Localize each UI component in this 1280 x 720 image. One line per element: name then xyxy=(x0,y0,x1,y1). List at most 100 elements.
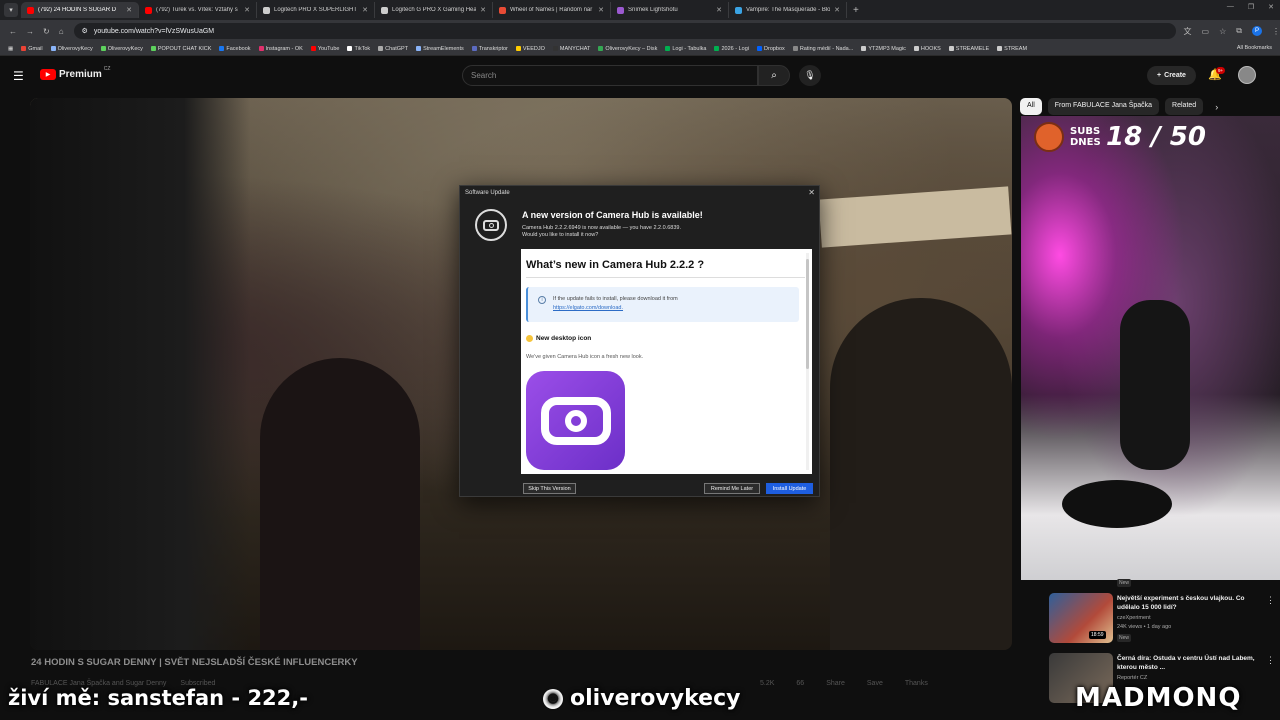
tab-search-button[interactable]: ▾ xyxy=(4,3,18,17)
release-notes-title: What’s new in Camera Hub 2.2.2 ? xyxy=(526,259,705,271)
more-options-icon[interactable]: ⋮ xyxy=(1266,655,1275,666)
create-label: Create xyxy=(1164,72,1186,79)
account-avatar[interactable] xyxy=(1238,66,1256,84)
bookmark-item[interactable]: OliverovyKecy xyxy=(50,46,93,52)
bookmark-item[interactable]: Gmail xyxy=(21,46,43,52)
skip-version-button[interactable]: Skip This Version xyxy=(523,483,576,494)
bookmark-favicon-icon xyxy=(714,46,720,51)
bookmark-item[interactable]: StreamElements xyxy=(416,46,464,52)
recommendation-channel: Reportér CZ xyxy=(1117,675,1148,681)
webcam-mic-stand xyxy=(1062,480,1172,528)
like-button[interactable]: 5.2K xyxy=(760,680,774,687)
bookmark-item[interactable]: POPOUT CHAT KICK xyxy=(150,46,211,52)
bookmark-item[interactable]: ChatGPT xyxy=(378,46,408,52)
search-button[interactable]: ⌕ xyxy=(758,65,790,86)
bookmark-item[interactable]: Rating médií - Nada... xyxy=(792,45,854,52)
share-button[interactable]: Share xyxy=(826,680,845,687)
download-link[interactable]: https://elgato.com/download. xyxy=(553,304,678,313)
tab-close-icon[interactable]: ✕ xyxy=(716,6,722,14)
tab-close-icon[interactable]: ✕ xyxy=(126,6,132,14)
bookmark-item[interactable]: STREAM xyxy=(997,46,1027,52)
bookmark-favicon-icon xyxy=(258,46,264,51)
bookmark-item[interactable]: OliverovyKecy xyxy=(100,46,143,52)
save-button[interactable]: Save xyxy=(867,680,883,687)
bookmark-item[interactable]: HOOKS xyxy=(913,46,941,52)
browser-tab[interactable]: (792) Turek vs. Vítek: Vztahy s ✕ xyxy=(139,2,257,18)
extensions-icon[interactable]: ⧉ xyxy=(1236,26,1242,36)
bookmark-label: Dropbox xyxy=(764,45,785,52)
subs-count: 18 / 50 xyxy=(1106,122,1206,152)
tab-close-icon[interactable]: ✕ xyxy=(834,6,840,14)
youtube-logo[interactable]: ▶ Premium CZ xyxy=(40,66,110,80)
browser-tab[interactable]: Logitech PRO X SUPERLIGHT 2 ✕ xyxy=(257,2,375,18)
browser-tab[interactable]: Wheel of Names | Random nar ✕ xyxy=(493,2,611,18)
bookmark-label: VEEDJO xyxy=(522,45,545,52)
browser-tab[interactable]: Snímek Lightshotu ✕ xyxy=(611,2,729,18)
browser-tab[interactable]: (792) 24 HODIN S SUGAR D ✕ xyxy=(21,2,139,18)
new-tab-button[interactable]: + xyxy=(853,5,859,16)
release-notes-scrollbar[interactable] xyxy=(806,253,809,470)
release-notes-panel[interactable]: What’s new in Camera Hub 2.2.2 ? i If th… xyxy=(521,249,812,474)
tab-close-icon[interactable]: ✕ xyxy=(480,6,486,14)
bookmark-item[interactable]: Instagram - OK xyxy=(258,46,303,52)
video-protest-sign xyxy=(818,186,1012,248)
bookmark-item[interactable]: Dropbox xyxy=(757,46,785,52)
bookmark-label: Rating médií - Nada... xyxy=(799,45,854,52)
chip-all[interactable]: All xyxy=(1020,98,1042,115)
bookmark-item[interactable]: Transkriptor xyxy=(471,46,508,52)
bookmark-item[interactable]: YouTube xyxy=(310,46,339,52)
bookmark-item[interactable]: YT2MP3 Magic xyxy=(861,46,906,52)
site-info-icon[interactable]: ⚙ xyxy=(82,27,88,35)
bookmark-item[interactable]: VEEDJO xyxy=(515,45,545,52)
maximize-icon[interactable]: ❐ xyxy=(1248,3,1254,11)
more-options-icon[interactable]: ⋮ xyxy=(1266,595,1275,606)
bookmark-favicon-icon xyxy=(757,46,763,51)
browser-tab[interactable]: Vampire: The Masquerade - Blo ✕ xyxy=(729,2,847,18)
tab-close-icon[interactable]: ✕ xyxy=(362,6,368,14)
minimize-icon[interactable]: — xyxy=(1227,3,1234,11)
chevron-right-icon[interactable]: › xyxy=(1215,102,1218,112)
bookmark-item[interactable]: TikTok xyxy=(347,46,370,52)
bookmark-favicon-icon xyxy=(100,46,106,51)
url-text: youtube.com/watch?v=lVzSWusUaGM xyxy=(93,27,215,35)
forward-icon[interactable]: → xyxy=(26,27,34,36)
profile-avatar[interactable]: P xyxy=(1252,26,1262,36)
search-input[interactable]: Search xyxy=(462,65,758,86)
bookmark-favicon-icon xyxy=(219,46,225,51)
translate-icon[interactable]: 文 xyxy=(1184,26,1192,37)
voice-search-button[interactable]: 🎙 xyxy=(799,65,821,86)
bookmark-item[interactable]: Logi - Tabulka xyxy=(665,46,706,52)
create-button[interactable]: + Create xyxy=(1147,66,1196,85)
hamburger-menu-icon[interactable]: ☰ xyxy=(13,69,24,83)
browser-tab-strip: ▾ (792) 24 HODIN S SUGAR D ✕ (792) Turek v… xyxy=(0,0,1280,20)
bookmark-item[interactable]: STREAMELE xyxy=(948,46,989,52)
bookmark-favicon-icon xyxy=(861,46,867,51)
install-update-button[interactable]: Install Update xyxy=(766,483,813,494)
install-question: Would you like to install it now? xyxy=(522,232,599,238)
notification-badge: 9+ xyxy=(1216,67,1226,74)
logo-text: Premium xyxy=(59,69,102,80)
tab-close-icon[interactable]: ✕ xyxy=(598,6,604,14)
smiley-emoji-icon xyxy=(526,335,533,342)
bookmark-star-icon[interactable]: ☆ xyxy=(1219,27,1226,36)
address-input[interactable]: ⚙ youtube.com/watch?v=lVzSWusUaGM xyxy=(73,23,1176,39)
close-window-icon[interactable]: ✕ xyxy=(1268,3,1274,11)
home-icon[interactable]: ⌂ xyxy=(59,27,64,36)
chip-related[interactable]: Related xyxy=(1165,98,1204,115)
bookmark-item[interactable]: 2026 - Logi xyxy=(714,46,749,52)
tab-close-icon[interactable]: ✕ xyxy=(244,6,250,14)
remind-later-button[interactable]: Remind Me Later xyxy=(704,483,760,494)
back-icon[interactable]: ← xyxy=(9,27,17,36)
bookmark-item[interactable]: OliverovyKecy – Disk xyxy=(598,46,657,52)
bookmark-item[interactable]: MANYCHAT xyxy=(552,46,590,52)
chip-from-channel[interactable]: From FABULACE Jana Špačka xyxy=(1047,98,1160,115)
reload-icon[interactable]: ↻ xyxy=(43,27,50,36)
thanks-button[interactable]: Thanks xyxy=(905,680,928,687)
dialog-close-icon[interactable]: ✕ xyxy=(808,188,815,197)
all-bookmarks[interactable]: All Bookmarks xyxy=(1237,45,1272,51)
bookmark-item[interactable]: Facebook xyxy=(219,46,251,52)
cast-icon[interactable]: ▭ xyxy=(1202,27,1210,36)
recommendation-item[interactable]: 18:59 Největší experiment s českou vlajk… xyxy=(1049,593,1277,651)
menu-icon[interactable]: ⋮ xyxy=(1272,27,1280,36)
browser-tab[interactable]: Logitech G PRO X Gaming Hea ✕ xyxy=(375,2,493,18)
